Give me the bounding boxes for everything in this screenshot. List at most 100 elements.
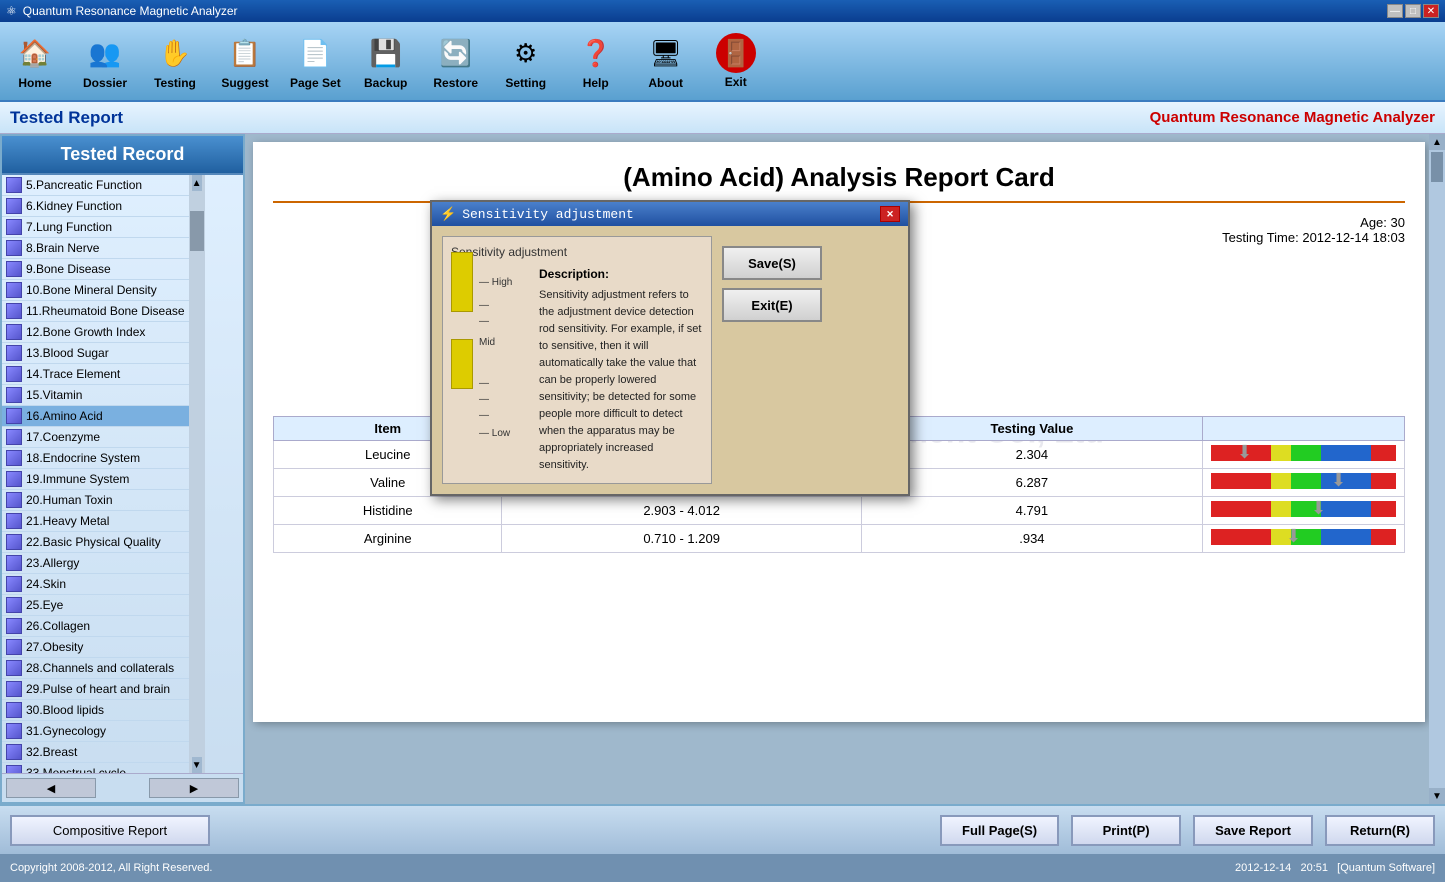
sidebar-item[interactable]: 18.Endocrine System [2,448,189,469]
col-value: Testing Value [861,417,1202,441]
home-icon: 🏠 [14,32,56,74]
toolbar-help[interactable]: ❓ Help [571,32,621,90]
nav-prev-btn[interactable]: ◀ [6,778,96,798]
sidebar-item[interactable]: 26.Collagen [2,616,189,637]
pageset-icon: 📄 [294,32,336,74]
footer-software: [Quantum Software] [1337,862,1435,874]
sidebar-item[interactable]: 32.Breast [2,742,189,763]
window-controls[interactable]: — □ ✕ [1387,4,1439,18]
item-range: 0.710 - 1.209 [502,525,861,553]
toolbar-testing[interactable]: ✋ Testing [150,32,200,90]
pageset-label: Page Set [290,76,341,90]
toolbar-setting[interactable]: ⚙ Setting [501,32,551,90]
dialog-close-btn[interactable]: ✕ [880,206,900,222]
title-bar: ⚛ Quantum Resonance Magnetic Analyzer — … [0,0,1445,22]
toolbar-home[interactable]: 🏠 Home [10,32,60,90]
sidebar-item[interactable]: 29.Pulse of heart and brain [2,679,189,700]
help-icon: ❓ [575,32,617,74]
dossier-icon: 👥 [84,32,126,74]
toolbar-dossier[interactable]: 👥 Dossier [80,32,130,90]
setting-icon: ⚙ [505,32,547,74]
item-value: .934 [861,525,1202,553]
content-scroll-thumb[interactable] [1431,152,1443,182]
dialog-title-icon: ⚡ [440,207,456,222]
item-value: 2.304 [861,441,1202,469]
table-row: Arginine 0.710 - 1.209 .934 ⬇ [274,525,1405,553]
sidebar-item[interactable]: 16.Amino Acid [2,406,189,427]
scroll-down-btn[interactable]: ▼ [192,757,202,773]
sidebar-item[interactable]: 20.Human Toxin [2,490,189,511]
sidebar-item[interactable]: 31.Gynecology [2,721,189,742]
sidebar-item[interactable]: 14.Trace Element [2,364,189,385]
sidebar-item[interactable]: 24.Skin [2,574,189,595]
return-btn[interactable]: Return(R) [1325,815,1435,846]
item-value: 4.791 [861,497,1202,525]
close-btn[interactable]: ✕ [1423,4,1439,18]
toolbar-pageset[interactable]: 📄 Page Set [290,32,341,90]
sidebar-item[interactable]: 9.Bone Disease [2,259,189,280]
sidebar-item[interactable]: 15.Vitamin [2,385,189,406]
content-scrollbar[interactable]: ▲ ▼ [1429,134,1445,804]
dialog-titlebar: ⚡ Sensitivity adjustment ✕ [432,202,908,226]
nav-next-btn[interactable]: ▶ [149,778,239,798]
copyright: Copyright 2008-2012, All Right Reserved. [10,862,212,874]
maximize-btn[interactable]: □ [1405,4,1421,18]
testing-time-label: Testing Time: [1222,230,1299,245]
toolbar-exit[interactable]: 🚪 Exit [711,33,761,89]
item-range: 2.903 - 4.012 [502,497,861,525]
dialog-body: Sensitivity adjustment — High — [432,226,908,494]
sidebar-list: 5.Pancreatic Function 6.Kidney Function … [2,175,189,773]
sensitivity-dialog[interactable]: ⚡ Sensitivity adjustment ✕ Sensitivity a… [430,200,910,496]
sidebar-item[interactable]: 6.Kidney Function [2,196,189,217]
description-text: Sensitivity adjustment refers to the adj… [539,287,703,475]
toolbar-restore[interactable]: 🔄 Restore [431,32,481,90]
exit-btn[interactable]: Exit(E) [722,288,822,322]
content-scroll-up[interactable]: ▲ [1429,134,1445,150]
sidebar-item[interactable]: 12.Bone Growth Index [2,322,189,343]
report-title: (Amino Acid) Analysis Report Card [273,162,1405,193]
toolbar-suggest[interactable]: 📋 Suggest [220,32,270,90]
item-result: ⬇ [1203,525,1405,553]
sidebar-item[interactable]: 25.Eye [2,595,189,616]
full-page-btn[interactable]: Full Page(S) [940,815,1059,846]
sidebar-item[interactable]: 13.Blood Sugar [2,343,189,364]
sidebar-item[interactable]: 28.Channels and collaterals [2,658,189,679]
compositive-report-btn[interactable]: Compositive Report [10,815,210,846]
sidebar-item[interactable]: 10.Bone Mineral Density [2,280,189,301]
toolbar-about[interactable]: 🖥 About [641,32,691,90]
save-report-btn[interactable]: Save Report [1193,815,1313,846]
restore-icon: 🔄 [435,32,477,74]
toolbar: 🏠 Home 👥 Dossier ✋ Testing 📋 Suggest 📄 P… [0,22,1445,102]
sidebar: Tested Record 5.Pancreatic Function 6.Ki… [0,134,245,804]
dialog-left-panel: Sensitivity adjustment — High — [442,236,712,484]
sidebar-item[interactable]: 22.Basic Physical Quality [2,532,189,553]
scrollbar-thumb[interactable] [190,211,204,251]
home-label: Home [18,76,51,90]
minimize-btn[interactable]: — [1387,4,1403,18]
dialog-right-panel: Save(S) Exit(E) [722,236,822,484]
dialog-section-label: Sensitivity adjustment [451,245,703,259]
item-name: Histidine [274,497,502,525]
restore-label: Restore [433,76,478,90]
sidebar-scrollbar[interactable]: ▲ ▼ [189,175,205,773]
content-scroll-down[interactable]: ▼ [1429,788,1445,804]
sidebar-item[interactable]: 19.Immune System [2,469,189,490]
sidebar-item[interactable]: 27.Obesity [2,637,189,658]
toolbar-backup[interactable]: 💾 Backup [361,32,411,90]
exit-label: Exit [725,75,747,89]
sidebar-item[interactable]: 30.Blood lipids [2,700,189,721]
save-btn[interactable]: Save(S) [722,246,822,280]
sidebar-item[interactable]: 21.Heavy Metal [2,511,189,532]
page-title: Tested Report [10,108,123,128]
print-btn[interactable]: Print(P) [1071,815,1181,846]
sidebar-title: Tested Record [2,136,243,175]
sidebar-item[interactable]: 33.Menstrual cycle [2,763,189,773]
sidebar-item[interactable]: 5.Pancreatic Function [2,175,189,196]
sidebar-item[interactable]: 17.Coenzyme [2,427,189,448]
sidebar-item[interactable]: 23.Allergy [2,553,189,574]
sidebar-item[interactable]: 8.Brain Nerve [2,238,189,259]
sidebar-item[interactable]: 11.Rheumatoid Bone Disease [2,301,189,322]
scroll-up-btn[interactable]: ▲ [192,175,202,191]
backup-label: Backup [364,76,407,90]
sidebar-item[interactable]: 7.Lung Function [2,217,189,238]
